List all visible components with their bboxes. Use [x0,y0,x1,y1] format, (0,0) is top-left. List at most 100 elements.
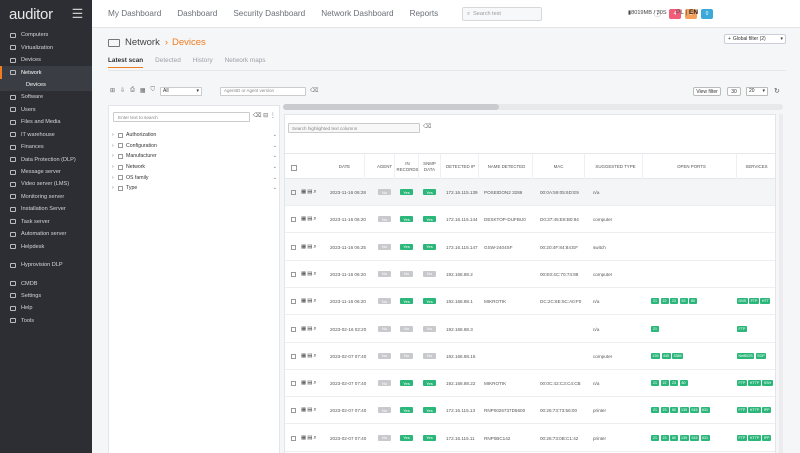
service-badge[interactable]: IPP [762,407,771,414]
service-badge[interactable]: HTTP [748,434,761,441]
print-icon[interactable]: ⎙ [130,87,135,94]
port-badge[interactable]: 23 [660,407,669,414]
filter-select[interactable]: All ▾ [160,87,202,96]
port-badge[interactable]: 21 [651,380,659,387]
tree-item[interactable]: › Type ⌄ [112,183,277,194]
service-badge[interactable]: NetBIOS [737,352,755,359]
sidebar-item[interactable]: IT warehouse [0,129,92,141]
row-actions-icon[interactable]: ▦▤⌕ [301,216,317,223]
sidebar-item[interactable]: Finances [0,141,92,153]
sidebar-item[interactable]: Files and Media [0,116,92,128]
port-badge[interactable]: 80 [679,380,688,387]
service-badge[interactable]: DNS [737,298,748,305]
column-search-input[interactable]: Search highlighted text columns [288,123,420,133]
clear-icon[interactable]: ⌫ [423,123,431,130]
table-row[interactable]: ▦▤⌕ 2023-11-16 06:25 172.16.115.147 GSW-240… [285,234,775,261]
port-badge[interactable]: 631 [700,407,710,414]
topnav-link[interactable]: Reports [410,9,439,18]
service-badge[interactable]: FTP [749,298,759,305]
row-checkbox[interactable] [291,326,296,332]
table-row[interactable]: ▦▤⌕ 2023-02-16 02:20 192.168.88.3 n/a No No No… [285,316,775,343]
service-badge[interactable]: HTTP [748,407,761,414]
sidebar-item[interactable]: Hyprovision DLP [0,259,92,271]
brand-logo[interactable]: auditor ☰ [0,0,92,28]
sidebar-item[interactable]: Virtualization [0,41,92,53]
table-row[interactable]: ▦▤⌕ 2023-11-16 06:20 192.168.88.2 00:E0:4C:… [285,261,775,288]
sidebar-item[interactable]: Task server [0,216,92,228]
port-badge[interactable]: 139 [679,407,689,414]
port-badge[interactable]: 631 [700,434,710,441]
port-badge[interactable]: 21 [651,298,659,305]
tree-item[interactable]: › Manufacturer ⌄ [112,151,277,162]
table-row[interactable]: ▦▤⌕ 2023-11-16 06:20 192.168.88.1 MIKROTIK D… [285,288,775,316]
row-actions-icon[interactable]: ▦▤⌕ [301,407,317,414]
chevron-down-icon[interactable]: ⌄ [273,185,277,191]
topnav-link[interactable]: Dashboard [177,9,217,18]
column-header[interactable]: SERVICES [737,154,775,180]
row-actions-icon[interactable]: ▦▤⌕ [301,326,317,333]
page-size-select[interactable]: 20 ▾ [746,87,768,96]
row-actions-icon[interactable]: ▦▤⌕ [301,244,317,251]
notification-badge[interactable]: 0 [701,9,713,19]
page-size-button[interactable]: 30 [727,87,741,96]
tree-checkbox[interactable] [118,164,123,170]
port-badge[interactable]: 23 [670,298,678,305]
port-badge[interactable]: 3389 [672,352,683,359]
table-row[interactable]: ▦▤⌕ 2023-02-07 07:40 192.168.88.22 MIKROTIK… [285,370,775,398]
sidebar-item[interactable]: Devices [0,54,92,66]
row-checkbox[interactable] [291,244,296,250]
tree-checkbox[interactable] [118,143,123,149]
column-header[interactable]: OPEN PORTS [647,154,737,180]
tab[interactable]: Network maps [225,57,266,68]
port-badge[interactable]: 445 [661,352,671,359]
column-header[interactable]: DATE [325,154,365,180]
sidebar-item[interactable]: Help [0,302,92,314]
sidebar-item[interactable]: Monitoring server [0,191,92,203]
row-actions-icon[interactable]: ▦▤⌕ [301,298,317,305]
search-input[interactable]: ⌕ Search text [462,7,542,21]
table-row[interactable]: ▦▤⌕ 2023-11-16 06:28 172.16.115.139 POSEIDO… [285,179,775,206]
row-actions-icon[interactable]: ▦▤⌕ [301,380,317,387]
row-actions-icon[interactable]: ▦▤⌕ [301,353,317,360]
sidebar-item[interactable]: Message server [0,166,92,178]
row-actions-icon[interactable]: ▦▤⌕ [301,271,317,278]
tree-search-input[interactable]: Enter text to search [113,112,250,122]
port-badge[interactable]: 139 [651,352,660,359]
sidebar-item[interactable]: Devices [0,78,92,92]
port-badge[interactable]: 80 [670,434,678,441]
tree-item[interactable]: › Network ⌄ [112,162,277,173]
table-row[interactable]: ▦▤⌕ 2023-02-07 07:40 172.16.115.13 RNP00267… [285,397,775,425]
service-badge[interactable]: SSH [762,380,773,387]
port-badge[interactable]: 80 [670,407,678,414]
filter-icon[interactable]: ⛉ [151,87,156,94]
row-actions-icon[interactable]: ▦▤⌕ [301,435,317,442]
row-checkbox[interactable] [291,190,296,195]
language-switch[interactable]: PL | EN [676,9,698,16]
sidebar-item[interactable]: Settings [0,290,92,302]
clear-icon[interactable]: ⌫ [310,87,318,94]
chevron-down-icon[interactable]: ⌄ [273,143,277,149]
column-header[interactable]: IN RECORDS [397,154,419,180]
clear-icon[interactable]: ⌫ [253,113,261,119]
service-badge[interactable]: FTP [737,380,747,387]
tree-checkbox[interactable] [118,175,123,181]
vertical-scrollbar[interactable] [779,114,783,453]
select-all-checkbox[interactable] [291,165,297,171]
column-header[interactable]: SNMP DATA [419,154,441,180]
tree-item[interactable]: › Authorization ⌄ [112,130,277,141]
column-header[interactable]: NAME DETECTED [481,154,533,180]
port-badge[interactable]: 53 [679,298,688,305]
tab[interactable]: Detected [155,57,181,68]
sidebar-item[interactable]: CMDB [0,277,92,289]
port-badge[interactable]: 515 [690,434,699,441]
row-checkbox[interactable] [291,353,296,359]
sidebar-item[interactable]: Software [0,91,92,103]
lang-pl[interactable]: PL [676,9,684,16]
chevron-down-icon[interactable]: ⌄ [273,175,277,181]
port-badge[interactable]: 515 [690,407,699,414]
sidebar-item[interactable]: Helpdesk [0,240,92,252]
row-checkbox[interactable] [291,299,296,305]
tree-item[interactable]: › OS family ⌄ [112,172,277,183]
tree-icon[interactable]: ⊞ [110,87,115,94]
column-header[interactable]: MAC [533,154,585,180]
